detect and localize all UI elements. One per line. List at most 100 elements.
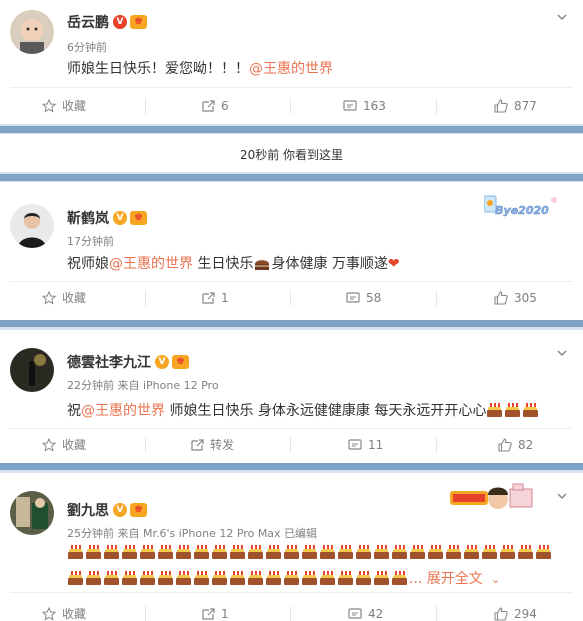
cake-emoji — [247, 545, 264, 559]
feed-gap-bar — [0, 126, 583, 133]
cake-emoji — [517, 545, 534, 559]
repost-button[interactable]: 6 — [201, 88, 229, 124]
cake-emoji — [157, 545, 174, 559]
cake-emoji — [373, 545, 390, 559]
cake-emoji — [337, 545, 354, 559]
repost-button[interactable]: 1 — [201, 596, 229, 621]
like-button[interactable]: 877 — [494, 88, 537, 124]
post-card: 靳鹤岚 17分钟前 Bye2020 祝师娘@王惠的世界 生日快乐身体健康 万事顺… — [0, 182, 583, 320]
cake-emoji — [247, 571, 264, 585]
cake-emoji — [211, 545, 228, 559]
feed-gap-bar — [0, 320, 583, 327]
read-position-notice[interactable]: 20秒前 你看到这里 — [0, 134, 583, 172]
username[interactable]: 德雲社李九江 — [67, 352, 189, 372]
mention-link[interactable]: @王惠的世界 — [249, 61, 333, 77]
post-source[interactable]: 来自 Mr.6's iPhone 12 Pro Max — [118, 527, 281, 540]
repost-icon — [202, 100, 215, 112]
repost-button[interactable]: 转发 — [190, 427, 234, 463]
cake-emoji — [175, 545, 192, 559]
post-card: 劉九思 25分钟前 来自 Mr.6's iPhone 12 Pro Max 已编… — [0, 473, 583, 621]
cake-emoji — [103, 545, 120, 559]
cake-emoji — [121, 571, 138, 585]
cake-emoji — [463, 545, 480, 559]
avatar[interactable] — [10, 491, 54, 535]
avatar[interactable] — [10, 10, 54, 54]
cake-emoji — [253, 256, 271, 271]
edited-label[interactable]: 已编辑 — [284, 527, 317, 540]
post-text: 祝师娘@王惠的世界 生日快乐 身体健康 万事顺遂❤ — [67, 256, 400, 272]
cake-emoji — [193, 571, 210, 585]
star-icon — [42, 291, 56, 305]
cake-emoji — [139, 545, 156, 559]
cake-emoji — [535, 545, 552, 559]
post-text-line2: ... 展开全文 ⌄ — [67, 568, 500, 588]
cake-emoji — [283, 545, 300, 559]
verified-icon — [113, 503, 127, 517]
fav-button[interactable]: 收藏 — [42, 596, 86, 621]
cake-emoji — [103, 571, 120, 585]
cake-emoji — [319, 571, 336, 585]
comment-button[interactable]: 11 — [348, 427, 383, 463]
post-source[interactable]: 来自 iPhone 12 Pro — [118, 379, 219, 392]
cake-emoji — [504, 403, 521, 417]
fav-button[interactable]: 收藏 — [42, 280, 86, 316]
repost-button[interactable]: 1 — [201, 280, 229, 316]
cake-emoji — [85, 571, 102, 585]
comment-icon — [343, 100, 357, 111]
vip-icon — [130, 503, 147, 517]
post-text-line1 — [67, 545, 553, 561]
cake-emoji — [67, 545, 84, 559]
star-icon — [42, 99, 56, 113]
cake-emoji — [355, 545, 372, 559]
comment-button[interactable]: 163 — [343, 88, 386, 124]
username[interactable]: 劉九思 — [67, 500, 147, 520]
vip-icon — [130, 15, 147, 29]
chevron-down-icon[interactable] — [555, 10, 569, 24]
comment-button[interactable]: 42 — [348, 596, 383, 621]
username[interactable]: 岳云鹏 — [67, 12, 147, 32]
post-time[interactable]: 25分钟前 来自 Mr.6's iPhone 12 Pro Max 已编辑 — [67, 525, 317, 541]
mention-link[interactable]: @王惠的世界 — [81, 403, 165, 419]
cake-emoji — [445, 545, 462, 559]
mention-link[interactable]: @王惠的世界 — [109, 256, 193, 272]
chevron-down-icon[interactable] — [555, 346, 569, 360]
verified-icon — [155, 355, 169, 369]
fav-button[interactable]: 收藏 — [42, 427, 86, 463]
like-button[interactable]: 82 — [498, 427, 533, 463]
like-button[interactable]: 294 — [494, 596, 537, 621]
vip-icon — [172, 355, 189, 369]
comment-button[interactable]: 58 — [346, 280, 381, 316]
chevron-down-icon[interactable] — [555, 489, 569, 503]
post-card: 德雲社李九江 22分钟前 来自 iPhone 12 Pro 祝@王惠的世界 师娘… — [0, 330, 583, 463]
verified-icon — [113, 211, 127, 225]
fav-button[interactable]: 收藏 — [42, 88, 86, 124]
cake-emoji — [175, 571, 192, 585]
cake-emoji-group — [67, 545, 553, 561]
like-button[interactable]: 305 — [494, 280, 537, 316]
cake-emoji — [481, 545, 498, 559]
cake-emoji — [391, 545, 408, 559]
username[interactable]: 靳鹤岚 — [67, 208, 147, 228]
post-time[interactable]: 17分钟前 — [67, 233, 114, 249]
cake-emoji — [265, 571, 282, 585]
expand-full-text-link[interactable]: ... 展开全文 — [409, 571, 483, 587]
comment-icon — [346, 292, 360, 303]
cake-emoji — [301, 545, 318, 559]
action-bar: 收藏 6 163 877 — [0, 88, 583, 124]
avatar[interactable] — [10, 348, 54, 392]
avatar[interactable] — [10, 204, 54, 248]
like-icon — [494, 607, 508, 621]
action-bar: 收藏 转发 11 82 — [0, 427, 583, 463]
repost-icon — [191, 439, 204, 451]
heart-icon: ❤ — [387, 256, 400, 272]
chevron-down-icon[interactable]: ⌄ — [491, 573, 500, 586]
post-time[interactable]: 22分钟前 来自 iPhone 12 Pro — [67, 377, 219, 393]
repost-icon — [202, 292, 215, 304]
cake-emoji — [67, 571, 84, 585]
post-text: 祝@王惠的世界 师娘生日快乐 身体永远健健康康 每天永远开开心心 — [67, 400, 540, 420]
cake-emoji — [157, 571, 174, 585]
divider — [10, 592, 573, 593]
cake-emoji — [522, 403, 539, 417]
cake-emoji — [373, 571, 390, 585]
post-time[interactable]: 6分钟前 — [67, 39, 107, 55]
